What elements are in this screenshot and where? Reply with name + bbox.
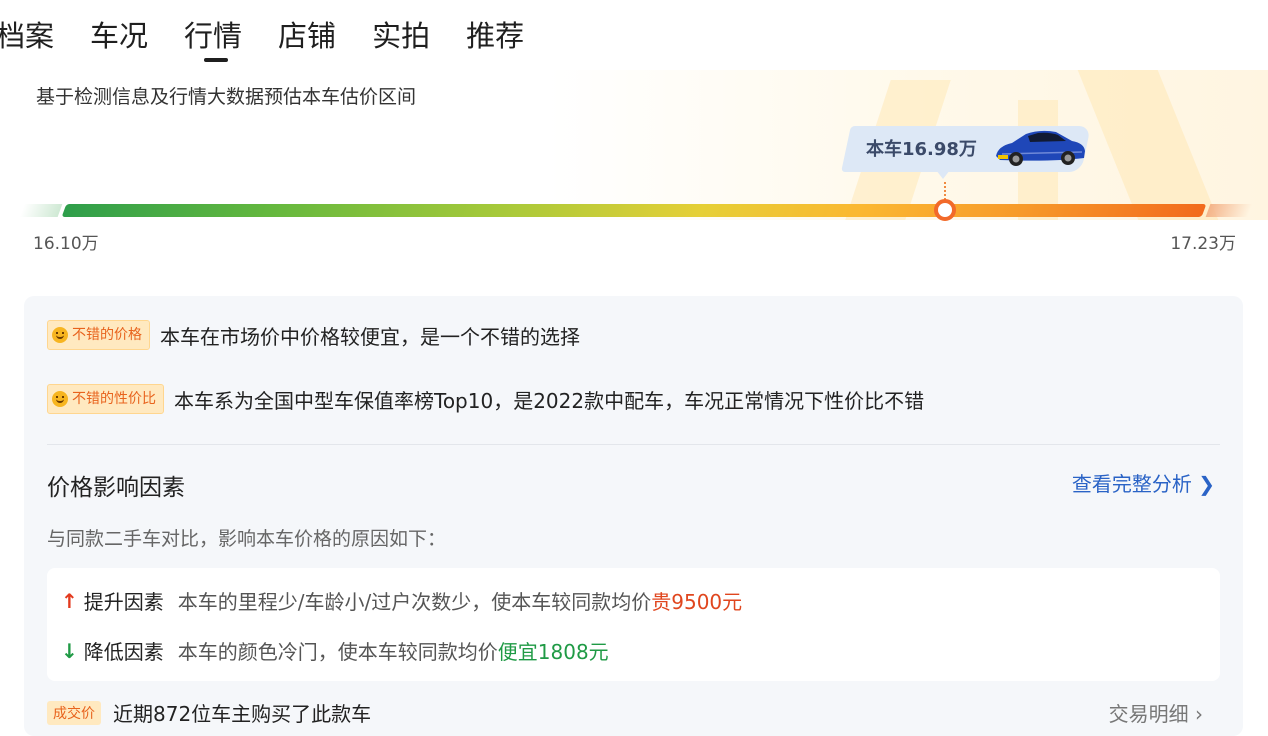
tag-row-good-price: 不错的价格 本车在市场价中价格较便宜，是一个不错的选择 — [47, 320, 580, 350]
tab-photos[interactable]: 实拍 — [372, 16, 430, 56]
price-factors-title: 价格影响因素 — [47, 475, 185, 501]
current-price-bubble: 本车16.98万 — [841, 126, 1091, 179]
factor-row-down: ↓ 降低因素 本车的颜色冷门，使本车较同款均价 便宜1808元 — [61, 636, 609, 665]
factor-up-desc: 本车的里程少/车龄小/过户次数少，使本车较同款均价 — [177, 590, 652, 614]
price-max-label: 17.23万 — [1170, 234, 1236, 254]
price-estimate-description: 基于检测信息及行情大数据预估本车估价区间 — [36, 86, 417, 108]
tab-recommend[interactable]: 推荐 — [466, 16, 524, 56]
tab-market[interactable]: 行情 — [184, 16, 242, 62]
analysis-panel: 不错的价格 本车在市场价中价格较便宜，是一个不错的选择 不错的性价比 本车系为全… — [24, 296, 1243, 736]
tab-store[interactable]: 店铺 — [278, 16, 336, 56]
factor-down-desc: 本车的颜色冷门，使本车较同款均价 — [177, 640, 498, 664]
good-value-text: 本车系为全国中型车保值率榜Top10，是2022款中配车，车况正常情况下性价比不… — [174, 388, 925, 413]
factor-down-amount: 便宜1808元 — [497, 640, 609, 664]
factors-box: ↑ 提升因素 本车的里程少/车龄小/过户次数少，使本车较同款均价 贵9500元 … — [47, 568, 1220, 681]
smile-icon — [52, 391, 68, 407]
tag-row-good-value: 不错的性价比 本车系为全国中型车保值率榜Top10，是2022款中配车，车况正常… — [47, 384, 924, 414]
factor-down-label: 降低因素 — [83, 640, 164, 664]
arrow-up-icon: ↑ — [61, 588, 78, 613]
factor-row-up: ↑ 提升因素 本车的里程少/车龄小/过户次数少，使本车较同款均价 贵9500元 — [61, 586, 742, 615]
arrow-down-icon: ↓ — [61, 638, 78, 663]
factor-up-amount: 贵9500元 — [651, 590, 743, 614]
marker-dotted-line — [944, 182, 948, 200]
view-full-analysis-link[interactable]: 查看完整分析 ❯ — [1072, 468, 1215, 497]
current-price-marker — [934, 199, 956, 221]
chevron-right-icon: ❯ — [1198, 472, 1215, 496]
tab-condition[interactable]: 车况 — [90, 16, 148, 56]
divider — [47, 444, 1220, 445]
tab-bar: 档案 车况 行情 店铺 实拍 推荐 — [0, 16, 524, 62]
factor-up-label: 提升因素 — [83, 590, 164, 614]
current-price-label: 本车16.98万 — [866, 139, 977, 160]
price-range-bar — [61, 204, 1207, 217]
good-value-tag: 不错的性价比 — [47, 384, 164, 414]
smile-icon — [52, 327, 68, 343]
price-min-label: 16.10万 — [33, 234, 99, 254]
car-icon — [996, 130, 1085, 166]
good-price-text: 本车在市场价中价格较便宜，是一个不错的选择 — [160, 324, 580, 349]
tab-archive[interactable]: 档案 — [0, 16, 54, 56]
price-factors-subtitle: 与同款二手车对比，影响本车价格的原因如下： — [47, 528, 447, 550]
good-price-tag: 不错的价格 — [47, 320, 150, 350]
